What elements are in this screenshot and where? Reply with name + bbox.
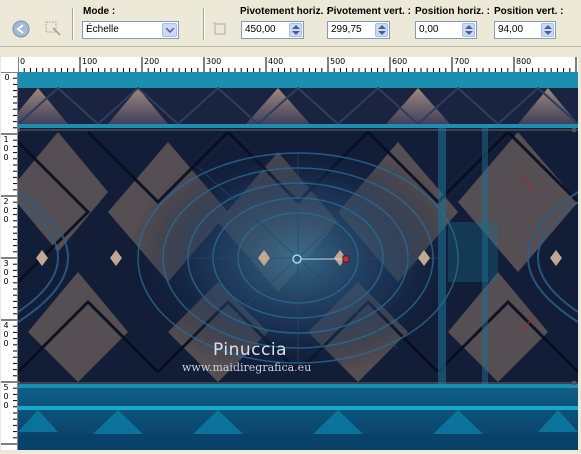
ruler-label: 0 bbox=[20, 57, 26, 66]
ruler-label: 300 bbox=[3, 259, 9, 286]
ruler-label: 500 bbox=[330, 57, 346, 66]
vertical-ruler[interactable]: 0 100 200 300 400 500 bbox=[1, 72, 18, 450]
watermark-url: www.maidiregrafica.eu bbox=[182, 361, 312, 374]
pivot-h-input[interactable]: 450,00 bbox=[241, 21, 304, 39]
horizontal-ruler[interactable]: 0 100 200 300 400 500 600 700 800 bbox=[18, 57, 578, 73]
pivot-h-label: Pivotement horiz. : bbox=[240, 6, 330, 17]
pivot-v-value: 299,75 bbox=[331, 24, 362, 35]
tool-options-bar: Mode : Échelle Pivotement horiz. : 450,0… bbox=[0, 0, 581, 47]
pos-h-label: Position horiz. : bbox=[415, 6, 490, 17]
ruler-label: 200 bbox=[3, 197, 9, 224]
select-tool-icon[interactable] bbox=[44, 20, 62, 38]
ruler-label: 600 bbox=[392, 57, 408, 66]
pos-h-input[interactable]: 0,00 bbox=[415, 21, 477, 39]
ruler-label: 400 bbox=[268, 57, 284, 66]
mode-label: Mode : bbox=[83, 6, 116, 17]
spinner-icon[interactable] bbox=[375, 23, 388, 37]
ruler-label: 100 bbox=[3, 135, 9, 162]
pos-h-value: 0,00 bbox=[419, 24, 439, 35]
pos-v-input[interactable]: 94,00 bbox=[494, 21, 556, 39]
ruler-label: 400 bbox=[3, 321, 9, 348]
spinner-icon[interactable] bbox=[541, 23, 554, 37]
ruler-label: 500 bbox=[3, 383, 9, 410]
ruler-label: 100 bbox=[82, 57, 98, 66]
ruler-corner bbox=[1, 57, 19, 73]
pos-v-label: Position vert. : bbox=[494, 6, 564, 17]
mode-value: Échelle bbox=[86, 24, 119, 35]
pivot-h-value: 450,00 bbox=[245, 24, 276, 35]
transform-icon[interactable] bbox=[211, 20, 229, 38]
ruler-label: 800 bbox=[516, 57, 532, 66]
separator bbox=[203, 8, 205, 40]
canvas-image[interactable] bbox=[18, 72, 578, 450]
ruler-label: 700 bbox=[454, 57, 470, 66]
pivot-v-input[interactable]: 299,75 bbox=[327, 21, 390, 39]
mode-dropdown[interactable]: Échelle bbox=[82, 21, 179, 39]
watermark-title: Pinuccia bbox=[213, 340, 287, 360]
ruler-label: 0 bbox=[4, 73, 10, 82]
back-arrow-icon[interactable] bbox=[12, 20, 30, 38]
chevron-down-icon[interactable] bbox=[162, 23, 177, 37]
ruler-label: 300 bbox=[206, 57, 222, 66]
pos-v-value: 94,00 bbox=[498, 24, 524, 35]
pivot-v-label: Pivotement vert. : bbox=[327, 6, 411, 17]
ruler-label: 200 bbox=[144, 57, 160, 66]
spinner-icon[interactable] bbox=[462, 23, 475, 37]
separator bbox=[72, 8, 74, 40]
spinner-icon[interactable] bbox=[289, 23, 302, 37]
